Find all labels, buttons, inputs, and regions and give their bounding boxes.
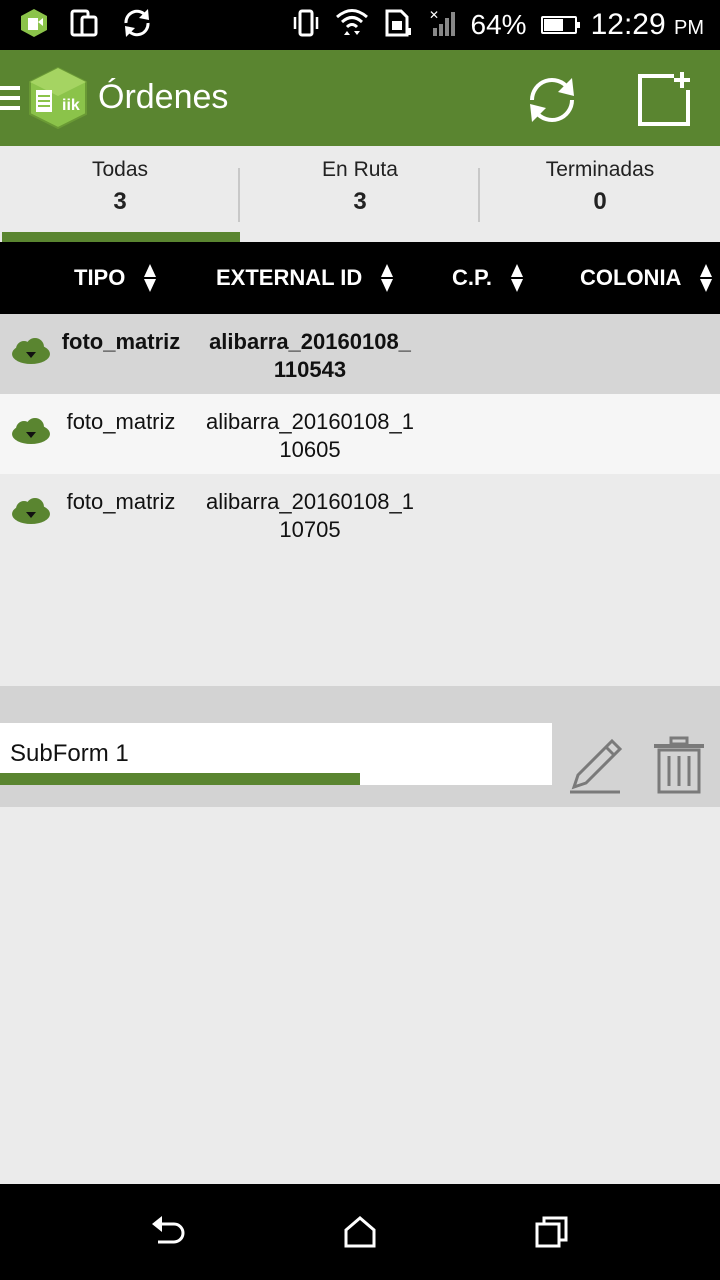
- clock-time: 12:29: [590, 8, 666, 41]
- sort-icon: [144, 264, 157, 292]
- wifi-icon: [335, 7, 369, 44]
- table-row[interactable]: foto_matriz alibarra_20160108_110705: [0, 474, 720, 554]
- tab-label: Terminadas: [545, 158, 655, 181]
- clock: 12:29 PM: [591, 8, 704, 42]
- new-document-icon: [638, 72, 690, 126]
- cloud-download-icon: [12, 418, 50, 444]
- column-label: EXTERNAL ID: [216, 265, 363, 290]
- subform-progress-bar: [0, 773, 360, 785]
- column-header-external-id[interactable]: EXTERNAL ID: [216, 242, 394, 314]
- trash-icon: [654, 736, 704, 794]
- cell-tipo: foto_matriz: [66, 489, 176, 514]
- delete-button[interactable]: [652, 735, 706, 795]
- tab-terminadas[interactable]: Terminadas 0: [480, 146, 720, 242]
- app-notification-icon: [20, 8, 48, 43]
- refresh-icon: [530, 78, 574, 122]
- sync-icon: [120, 6, 154, 45]
- column-label: COLONIA: [580, 265, 682, 290]
- app-bar: iik Órdenes: [0, 50, 720, 146]
- menu-icon[interactable]: [0, 86, 20, 110]
- pencil-icon: [570, 738, 623, 794]
- cell-tipo: foto_matriz: [66, 409, 176, 434]
- vibrate-icon: [291, 8, 321, 43]
- column-label: C.P.: [452, 265, 492, 290]
- tab-bar: Todas 3 En Ruta 3 Terminadas 0: [0, 146, 720, 242]
- tab-count: 0: [593, 188, 607, 215]
- column-header-tipo[interactable]: TIPO: [74, 242, 157, 314]
- sort-icon: [381, 264, 394, 292]
- svg-text:✕: ✕: [429, 8, 439, 22]
- sort-icon: [510, 264, 523, 292]
- tab-selected-indicator: [2, 232, 240, 242]
- clock-ampm: PM: [674, 17, 704, 39]
- battery-icon: [540, 16, 580, 34]
- cloud-download-icon: [12, 338, 50, 364]
- column-header-colonia[interactable]: COLONIA: [580, 242, 713, 314]
- battery-percent: 64%: [470, 9, 527, 40]
- tab-label: En Ruta: [322, 158, 398, 181]
- tab-todas[interactable]: Todas 3: [0, 146, 240, 242]
- tab-count: 3: [113, 188, 127, 215]
- edit-button[interactable]: [566, 735, 624, 795]
- sim-icon: [383, 8, 413, 43]
- sort-icon: [700, 264, 713, 292]
- recents-icon: [535, 1216, 568, 1248]
- column-label: TIPO: [74, 265, 126, 290]
- table-row[interactable]: foto_matriz alibarra_20160108_110605: [0, 394, 720, 474]
- refresh-button[interactable]: [522, 70, 582, 130]
- page-title: Órdenes: [98, 78, 229, 116]
- home-button[interactable]: [340, 1214, 380, 1250]
- no-signal-icon: ✕: [427, 8, 457, 43]
- cell-external-id: alibarra_20160108_110543: [209, 329, 411, 382]
- tab-label: Todas: [91, 158, 149, 181]
- back-icon: [152, 1216, 185, 1244]
- svg-text:iik: iik: [62, 97, 80, 114]
- table-row[interactable]: foto_matriz alibarra_20160108_110543: [0, 314, 720, 394]
- column-header-cp[interactable]: C.P.: [452, 242, 524, 314]
- cell-tipo: foto_matriz: [61, 329, 181, 354]
- app-logo[interactable]: iik: [28, 66, 88, 130]
- status-bar: ✕ 64% 12:29 PM: [0, 0, 720, 50]
- cloud-download-icon: [12, 498, 50, 524]
- tab-en-ruta[interactable]: En Ruta 3: [240, 146, 480, 242]
- navigation-bar: [0, 1184, 720, 1280]
- recents-button[interactable]: [532, 1214, 572, 1250]
- back-button[interactable]: [148, 1214, 188, 1250]
- table-header: TIPO EXTERNAL ID C.P. COLONIA: [0, 242, 720, 314]
- tab-count: 3: [353, 188, 367, 215]
- cell-external-id: alibarra_20160108_110605: [206, 409, 414, 462]
- cell-external-id: alibarra_20160108_110705: [206, 489, 414, 542]
- home-icon: [344, 1216, 376, 1248]
- device-rotate-icon: [70, 8, 98, 43]
- new-order-button[interactable]: [634, 70, 694, 130]
